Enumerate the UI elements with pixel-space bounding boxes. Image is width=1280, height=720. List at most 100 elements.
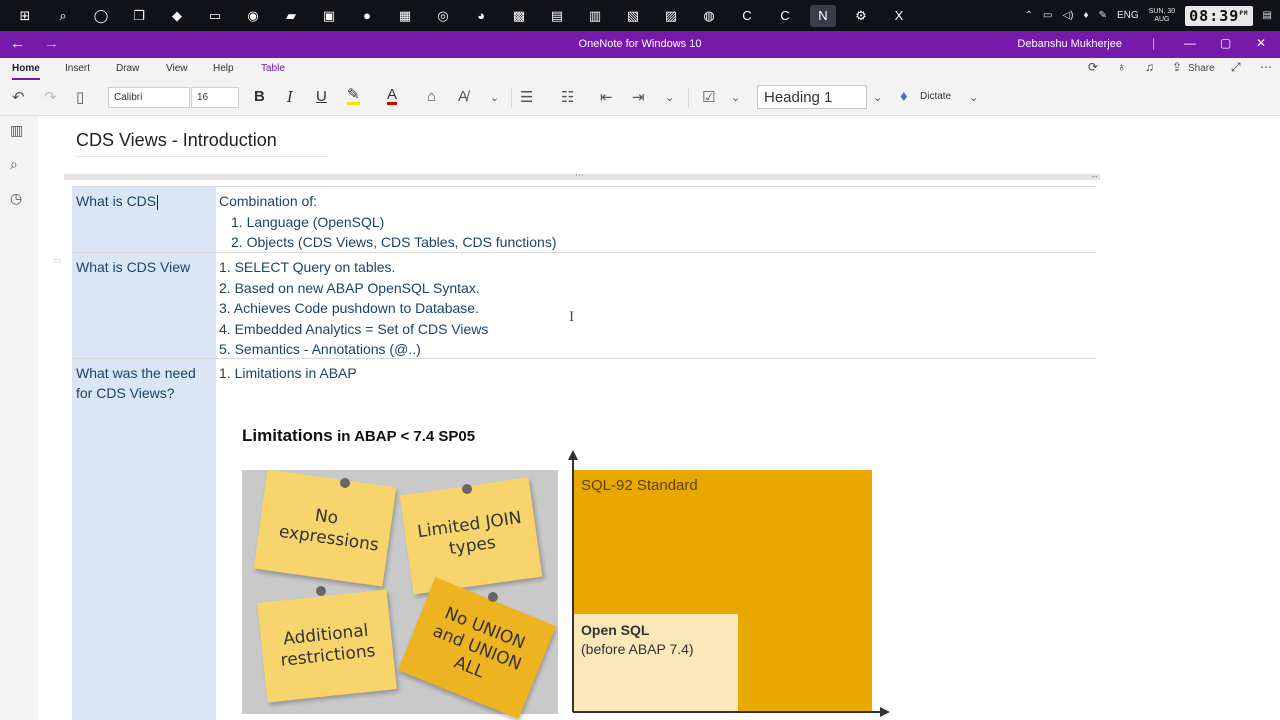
table-cell-answer[interactable]: Combination of: 1. Language (OpenSQL) 2.… <box>216 187 1096 252</box>
list-item: 2. Objects (CDS Views, CDS Tables, CDS f… <box>231 234 557 250</box>
list-item: 4. Embedded Analytics = Set of CDS Views <box>219 320 489 337</box>
app-icon-6[interactable]: ◕ <box>468 5 494 27</box>
clock-ampm: PM <box>1239 9 1249 17</box>
indent-icon[interactable]: ⇥ <box>632 88 645 106</box>
bullet-list-icon[interactable]: ☰ <box>520 88 533 106</box>
maximize-icon[interactable]: ▢ <box>1220 36 1231 50</box>
snipping-icon[interactable]: ▧ <box>620 5 646 27</box>
tab-view[interactable]: View <box>166 63 188 74</box>
chevron-down-icon[interactable]: ⌄ <box>490 91 499 104</box>
underline-icon[interactable]: U <box>316 88 327 105</box>
expand-icon[interactable]: ⤢ <box>1231 60 1241 75</box>
page-title[interactable]: CDS Views - Introduction <box>76 130 277 151</box>
app-icon-2[interactable]: ◉ <box>240 5 266 27</box>
chrome-icon[interactable]: ◎ <box>430 5 456 27</box>
tray-clock[interactable]: 08:39PM <box>1185 5 1253 26</box>
search-icon[interactable]: ⌕ <box>10 156 18 173</box>
zoom-icon[interactable]: ● <box>354 5 380 27</box>
excel-icon[interactable]: X <box>886 5 912 27</box>
microphone-icon[interactable]: ♦ <box>1084 10 1089 21</box>
title-underline <box>76 156 328 157</box>
app-icon-9[interactable]: C <box>772 5 798 27</box>
tab-home[interactable]: Home <box>12 63 40 80</box>
style-dropdown[interactable]: Heading 1 <box>757 85 867 109</box>
list-item: 1. Limitations in ABAP <box>219 365 357 381</box>
onenote-icon[interactable]: N <box>810 4 836 27</box>
undo-icon[interactable]: ↶ <box>12 88 25 106</box>
outdent-icon[interactable]: ⇤ <box>600 88 613 106</box>
font-size-field[interactable]: 16 <box>191 87 239 108</box>
teams-icon[interactable]: ▥ <box>582 5 608 27</box>
close-icon[interactable]: ✕ <box>1256 36 1266 50</box>
system-tray: ⌃ ▭ ◁) ♦ ✎ ENG SUN, 30 AUG 08:39PM ▤ <box>1025 0 1280 31</box>
table-cell-question[interactable]: What is CDS View <box>72 253 216 358</box>
camtasia-icon[interactable]: C <box>734 5 760 27</box>
chevron-down-icon[interactable]: ⌄ <box>731 91 740 104</box>
paragraph-handle-icon[interactable]: ▭ <box>53 255 62 266</box>
minimize-icon[interactable]: — <box>1184 36 1196 50</box>
tray-date[interactable]: SUN, 30 AUG <box>1149 8 1175 24</box>
app-icon-4[interactable]: ▣ <box>316 5 342 27</box>
bell-icon[interactable]: ♫ <box>1145 60 1154 74</box>
windows-start-icon[interactable]: ⊞ <box>12 5 38 27</box>
row-label: What was the need for CDS Views? <box>76 365 196 401</box>
microphone-icon[interactable]: ♦ <box>900 88 908 105</box>
cortana-icon[interactable]: ◯ <box>88 5 114 27</box>
format-painter-icon[interactable]: ⌂ <box>427 88 436 105</box>
table-cell-question[interactable]: What is CDS <box>72 187 216 252</box>
app-icon-7[interactable]: ▩ <box>506 5 532 27</box>
recent-icon[interactable]: ◷ <box>10 190 22 207</box>
share-icon[interactable]: ⇪ <box>1172 60 1182 74</box>
file-explorer-icon[interactable]: ▭ <box>202 5 228 27</box>
app-icon-5[interactable]: ▦ <box>392 5 418 27</box>
clear-formatting-icon[interactable]: A̸ <box>458 88 468 105</box>
settings-icon[interactable]: ⚙ <box>848 5 874 27</box>
left-rail: ▥ ⌕ ◷ <box>0 116 38 720</box>
redo-icon[interactable]: ↷ <box>44 88 57 106</box>
app-icon-1[interactable]: ◆ <box>164 5 190 27</box>
sticky-note: Limited JOIN types <box>399 477 543 595</box>
outlook-icon[interactable]: ▤ <box>544 5 570 27</box>
todo-checkbox-icon[interactable]: ☑ <box>702 88 715 106</box>
tab-draw[interactable]: Draw <box>116 63 139 74</box>
font-color-icon[interactable]: A <box>387 87 398 105</box>
notification-icon[interactable]: ▤ <box>1263 10 1272 21</box>
highlight-icon[interactable]: ✎ <box>347 87 360 105</box>
tab-help[interactable]: Help <box>213 63 234 74</box>
chevron-up-icon[interactable]: ⌃ <box>1025 10 1033 21</box>
resize-handle-icon[interactable]: ↔ <box>1090 170 1099 180</box>
pushpin-icon <box>316 586 326 596</box>
table-cell-question[interactable]: What was the need for CDS Views? <box>72 359 216 720</box>
tab-insert[interactable]: Insert <box>65 63 90 74</box>
chevron-down-icon[interactable]: ⌄ <box>873 91 882 104</box>
drag-handle-icon[interactable]: ⋯ <box>575 170 584 181</box>
whatsapp-icon[interactable]: ◍ <box>696 5 722 27</box>
numbered-list-icon[interactable]: ☷ <box>561 88 574 106</box>
note-text: No expressions <box>277 505 381 556</box>
app-icon-3[interactable]: ▰ <box>278 5 304 27</box>
more-options-icon[interactable]: ⋯ <box>1260 60 1272 74</box>
chevron-down-icon[interactable]: ⌄ <box>665 91 674 104</box>
notebooks-icon[interactable]: ▥ <box>10 122 23 139</box>
table-cell-answer[interactable]: 1. SELECT Query on tables. 2. Based on n… <box>216 253 1096 358</box>
list-item: 3. Achieves Code pushdown to Database. <box>219 300 479 316</box>
dictate-button[interactable]: Dictate <box>920 91 951 102</box>
lightbulb-icon[interactable]: ♁ <box>1117 60 1126 74</box>
clipboard-icon[interactable]: ▯ <box>76 88 84 106</box>
user-name[interactable]: Debanshu Mukherjee <box>1017 38 1122 50</box>
task-view-icon[interactable]: ❐ <box>126 5 152 27</box>
italic-icon[interactable]: I <box>287 88 293 106</box>
app-icon-8[interactable]: ▨ <box>658 5 684 27</box>
share-button[interactable]: Share <box>1188 63 1215 74</box>
sync-icon[interactable]: ⟳ <box>1088 60 1098 74</box>
font-name-field[interactable]: Calibri <box>108 87 190 108</box>
battery-icon[interactable]: ▭ <box>1043 10 1052 21</box>
bold-icon[interactable]: B <box>254 88 265 105</box>
chevron-down-icon[interactable]: ⌄ <box>969 91 978 104</box>
pen-icon[interactable]: ✎ <box>1099 10 1107 21</box>
search-icon[interactable]: ⌕ <box>50 5 76 27</box>
date-day: SUN, 30 <box>1148 7 1176 15</box>
volume-icon[interactable]: ◁) <box>1062 10 1073 21</box>
tab-table[interactable]: Table <box>261 63 285 74</box>
language-indicator[interactable]: ENG <box>1117 10 1139 21</box>
